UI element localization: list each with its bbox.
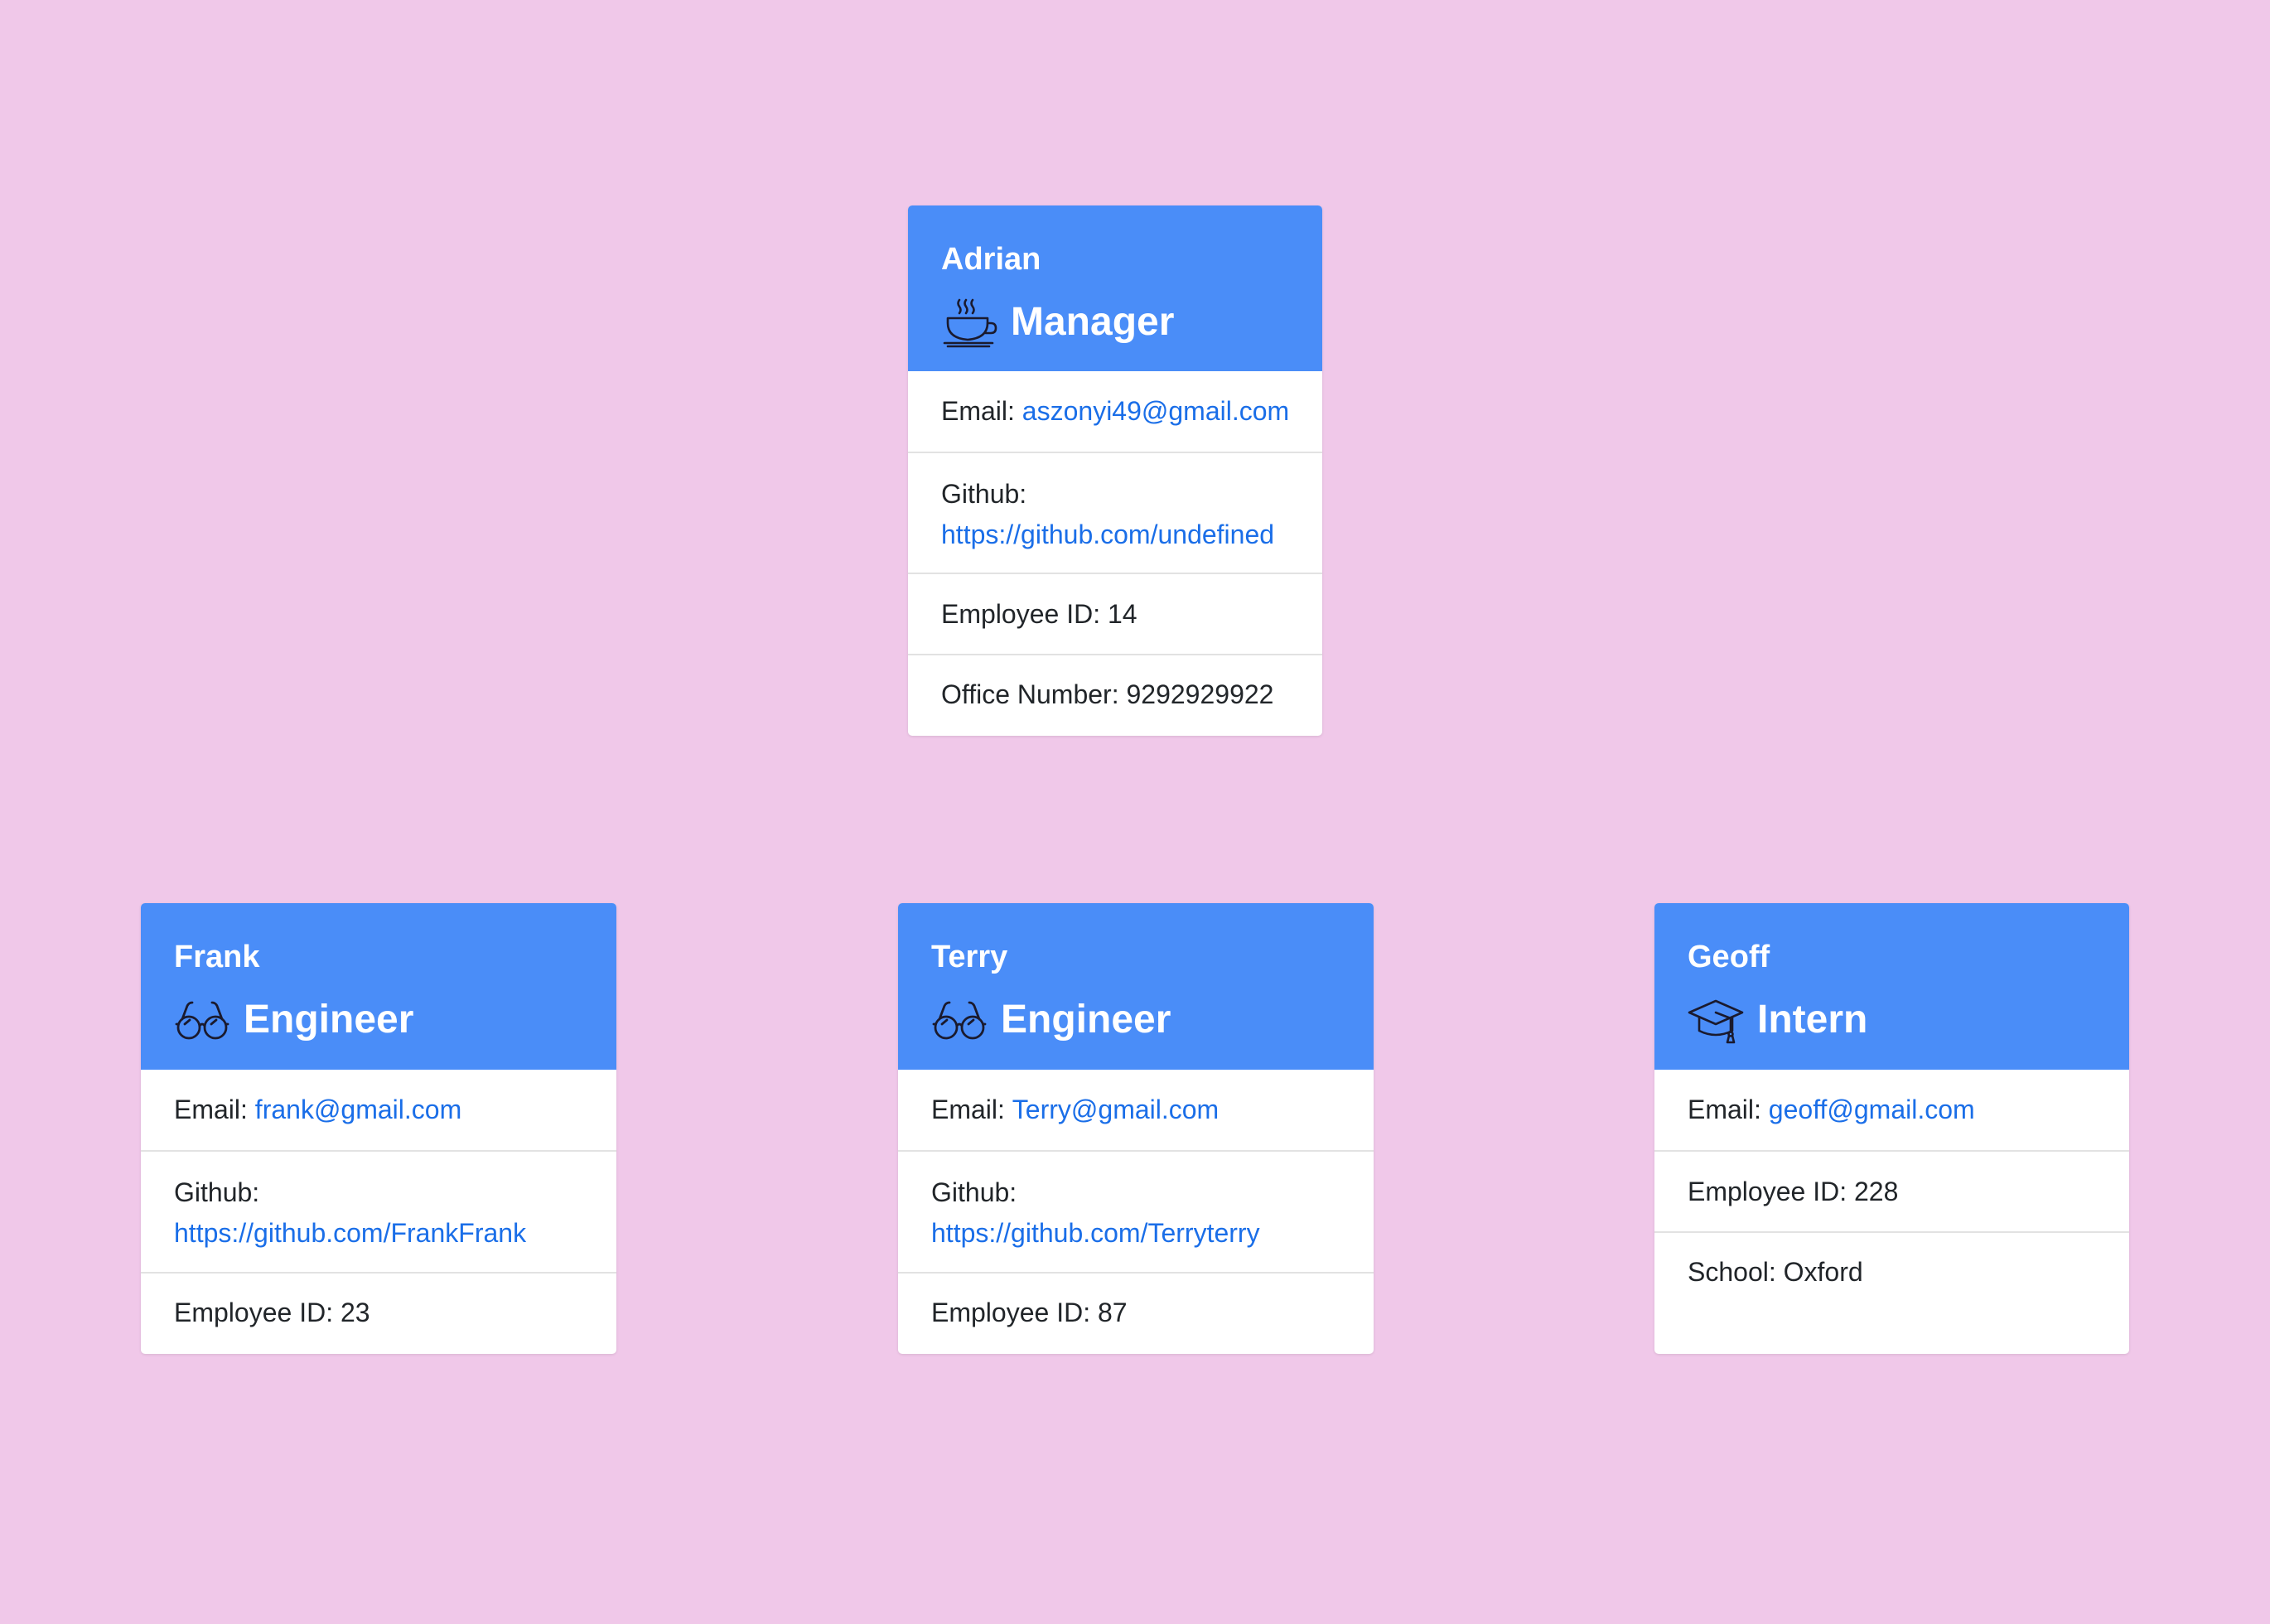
role-title: Engineer — [244, 998, 414, 1042]
github-item: Github: https://github.com/undefined — [908, 452, 1322, 573]
role-row: Manager — [941, 297, 1289, 348]
github-link[interactable]: https://github.com/Terryterry — [931, 1213, 1340, 1254]
engineer-card: Frank Engineer Email: frank@gmail.com Gi… — [141, 903, 616, 1354]
card-body: Email: Terry@gmail.com Github: https://g… — [898, 1070, 1374, 1352]
employee-id-item: Employee ID: 228 — [1654, 1150, 2129, 1231]
email-link[interactable]: geoff@gmail.com — [1769, 1090, 1975, 1130]
github-item: Github: https://github.com/FrankFrank — [141, 1150, 616, 1272]
card-header: Terry Engineer — [898, 903, 1374, 1070]
employee-id-item: Employee ID: 23 — [141, 1272, 616, 1352]
coffee-cup-icon — [941, 297, 997, 348]
email-item: Email: aszonyi49@gmail.com — [908, 371, 1322, 452]
employee-id-item: Employee ID: 87 — [898, 1272, 1374, 1352]
email-item: Email: Terry@gmail.com — [898, 1070, 1374, 1150]
email-link[interactable]: aszonyi49@gmail.com — [1022, 391, 1289, 432]
email-label: Email: — [1688, 1095, 1769, 1124]
github-label: Github: — [174, 1177, 260, 1207]
github-item: Github: https://github.com/Terryterry — [898, 1150, 1374, 1272]
email-link[interactable]: frank@gmail.com — [255, 1090, 461, 1130]
employee-id-item: Employee ID: 14 — [908, 573, 1322, 654]
card-body: Email: geoff@gmail.com Employee ID: 228 … — [1654, 1070, 2129, 1311]
email-item: Email: geoff@gmail.com — [1654, 1070, 2129, 1150]
role-row: Engineer — [174, 994, 583, 1046]
email-label: Email: — [941, 396, 1022, 426]
github-label: Github: — [931, 1177, 1017, 1207]
github-link[interactable]: https://github.com/undefined — [941, 515, 1289, 555]
employee-name: Frank — [174, 940, 260, 974]
role-title: Engineer — [1001, 998, 1171, 1042]
card-body: Email: aszonyi49@gmail.com Github: https… — [908, 371, 1322, 734]
role-title: Manager — [1011, 300, 1175, 344]
employee-name: Geoff — [1688, 940, 1770, 974]
glasses-icon — [931, 994, 988, 1046]
office-number-item: Office Number: 9292929922 — [908, 654, 1322, 734]
github-label: Github: — [941, 479, 1027, 509]
engineer-card: Terry Engineer Email: Terry@gmail.com Gi… — [898, 903, 1374, 1354]
card-header: Geoff Intern — [1654, 903, 2129, 1070]
role-row: Engineer — [931, 994, 1340, 1046]
github-link[interactable]: https://github.com/FrankFrank — [174, 1213, 583, 1254]
email-label: Email: — [931, 1095, 1012, 1124]
school-item: School: Oxford — [1654, 1231, 2129, 1311]
card-body: Email: frank@gmail.com Github: https://g… — [141, 1070, 616, 1352]
role-title: Intern — [1757, 998, 1868, 1042]
employee-name: Adrian — [941, 242, 1041, 277]
role-row: Intern — [1688, 994, 2096, 1046]
card-header: Frank Engineer — [141, 903, 616, 1070]
email-link[interactable]: Terry@gmail.com — [1012, 1090, 1219, 1130]
card-header: Adrian Manager — [908, 205, 1322, 371]
email-label: Email: — [174, 1095, 255, 1124]
graduation-cap-icon — [1688, 994, 1744, 1046]
email-item: Email: frank@gmail.com — [141, 1070, 616, 1150]
intern-card: Geoff Intern Email: geoff@gmail.com Empl… — [1654, 903, 2129, 1354]
employee-name: Terry — [931, 940, 1008, 974]
glasses-icon — [174, 994, 230, 1046]
manager-card: Adrian Manager Email: aszonyi49@gmail.co… — [908, 205, 1322, 736]
